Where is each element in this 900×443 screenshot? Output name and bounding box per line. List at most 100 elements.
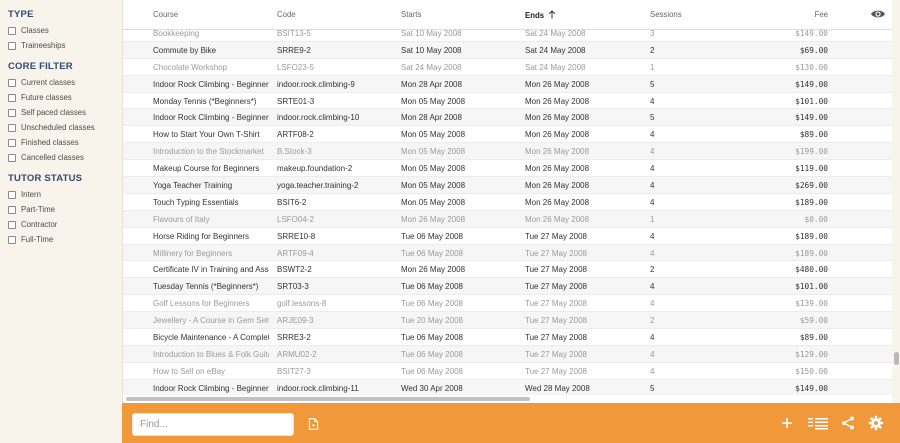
checkbox[interactable] <box>8 123 16 132</box>
cell-sessions: 2 <box>650 45 655 55</box>
list-view-icon[interactable] <box>807 415 829 431</box>
checkbox[interactable] <box>8 235 16 244</box>
table-row[interactable]: Horse Riding for Beginners SRRE10-8 Tue 06… <box>123 228 892 245</box>
horizontal-scroll-thumb[interactable] <box>126 397 530 401</box>
table-row[interactable]: Monday Tennis (*Beginners*) SRTE01-3 Mon 0… <box>123 93 892 110</box>
cell-course: Indoor Rock Climbing - Beginner <box>153 79 269 89</box>
document-icon[interactable] <box>307 417 320 431</box>
cell-course: Golf Lessons for Beginners <box>153 299 250 309</box>
cell-starts: Tue 20 May 2008 <box>401 316 463 326</box>
cell-fee: $480.00 <box>795 265 828 275</box>
vertical-scroll-thumb[interactable] <box>894 352 899 365</box>
filter-option-current-classes[interactable]: Current classes <box>8 75 122 90</box>
cell-ends: Mon 26 May 2008 <box>525 197 590 207</box>
table-row[interactable]: Millinery for Beginners ARTF09-4 Tue 06 Ma… <box>123 244 892 262</box>
cell-sessions: 3 <box>650 29 655 38</box>
checkbox[interactable] <box>8 108 16 117</box>
table-row[interactable]: Golf Lessons for Beginners golf.lessons-8… <box>123 295 892 313</box>
horizontal-scrollbar[interactable] <box>123 395 892 403</box>
checkbox[interactable] <box>8 93 16 102</box>
table-row[interactable]: Certificate IV in Training and Assessmen… <box>123 261 892 279</box>
cell-ends: Mon 26 May 2008 <box>525 214 590 224</box>
table-row[interactable]: Jewellery - A Course in Gem Setting ARJE0… <box>123 312 892 330</box>
table-row[interactable]: Introduction to the Stockmarket B.Stock-3… <box>123 143 892 161</box>
cell-ends: Tue 27 May 2008 <box>525 366 587 376</box>
share-icon[interactable] <box>840 415 856 431</box>
table-row[interactable]: Indoor Rock Climbing - Beginner indoor.ro… <box>123 75 892 93</box>
column-header-starts[interactable]: Starts <box>401 10 421 19</box>
filter-option-intern[interactable]: Intern <box>8 187 122 202</box>
cell-starts: Tue 06 May 2008 <box>401 333 463 343</box>
cell-ends: Mon 26 May 2008 <box>525 164 590 174</box>
cell-fee: $199.00 <box>795 147 828 157</box>
table-row[interactable]: Chocolate Workshop LSFO23-5 Sat 24 May 200… <box>123 59 892 76</box>
cell-code: SRT03-3 <box>277 282 309 292</box>
sort-ascending-icon <box>548 10 556 19</box>
filter-option-self-paced-classes[interactable]: Self paced classes <box>8 105 122 120</box>
cell-fee: $101.00 <box>795 96 828 106</box>
eye-icon[interactable] <box>870 7 886 21</box>
checkbox[interactable] <box>8 205 16 214</box>
cell-sessions: 4 <box>650 130 655 140</box>
filter-option-finished-classes[interactable]: Finished classes <box>8 135 122 150</box>
table-row[interactable]: Commute by Bike SRRE9-2 Sat 10 May 2008 Sat… <box>123 41 892 59</box>
cell-sessions: 4 <box>650 96 655 106</box>
cell-ends: Tue 27 May 2008 <box>525 265 587 275</box>
cell-starts: Sat 10 May 2008 <box>401 29 462 38</box>
table-row[interactable]: Introduction to Blues & Folk Guitar ARMU0… <box>123 345 892 363</box>
column-header-ends-label: Ends <box>525 11 545 20</box>
column-header-sessions[interactable]: Sessions <box>650 10 682 19</box>
cell-starts: Tue 06 May 2008 <box>401 349 463 359</box>
filter-option-unscheduled-classes[interactable]: Unscheduled classes <box>8 120 122 135</box>
filter-option-cancelled-classes[interactable]: Cancelled classes <box>8 150 122 165</box>
table-row[interactable]: Indoor Rock Climbing - Beginner indoor.ro… <box>123 109 892 127</box>
gear-icon[interactable] <box>868 415 884 431</box>
cell-ends: Mon 26 May 2008 <box>525 79 590 89</box>
column-header-ends[interactable]: Ends <box>525 10 556 20</box>
column-header-code[interactable]: Code <box>277 10 296 19</box>
cell-course: Chocolate Workshop <box>153 62 228 72</box>
cell-code: BSIT13-5 <box>277 29 311 38</box>
column-header-fee[interactable]: Fee <box>815 10 828 19</box>
cell-fee: $130.00 <box>795 62 828 72</box>
checkbox[interactable] <box>8 78 16 87</box>
checkbox[interactable] <box>8 26 16 35</box>
cell-course: Touch Typing Essentials <box>153 197 239 207</box>
table-row[interactable]: Touch Typing Essentials BSIT6-2 Mon 05 May… <box>123 194 892 211</box>
filter-option-classes[interactable]: Classes <box>8 23 122 38</box>
cell-code: yoga.teacher.training-2 <box>277 181 359 191</box>
column-header-course[interactable]: Course <box>153 10 178 19</box>
cell-ends: Tue 27 May 2008 <box>525 349 587 359</box>
table-row[interactable]: Yoga Teacher Training yoga.teacher.traini… <box>123 177 892 194</box>
table-row[interactable]: Bicycle Maintenance - A Complete Guide SR… <box>123 329 892 346</box>
cell-code: ARTF09-4 <box>277 248 314 258</box>
filter-option-part-time[interactable]: Part-Time <box>8 202 122 217</box>
table-body: Bookkeeping BSIT13-5 Sat 10 May 2008 Sat 24… <box>123 25 892 397</box>
cell-starts: Tue 06 May 2008 <box>401 231 463 241</box>
table-row[interactable]: How to Sell on eBay BSIT27-3 Tue 06 May 20… <box>123 363 892 380</box>
cell-starts: Wed 30 Apr 2008 <box>401 383 463 393</box>
cell-course: Makeup Course for Beginners <box>153 164 260 174</box>
checkbox[interactable] <box>8 138 16 147</box>
table-row[interactable]: Tuesday Tennis (*Beginners*) SRT03-3 Tue 0… <box>123 278 892 296</box>
checkbox[interactable] <box>8 220 16 229</box>
table-row[interactable]: How to Start Your Own T-Shirt ARTF08-2 Mon… <box>123 126 892 144</box>
cell-ends: Tue 27 May 2008 <box>525 282 587 292</box>
cell-fee: $269.00 <box>795 181 828 191</box>
filter-option-traineeships[interactable]: Traineeships <box>8 38 122 53</box>
filter-option-full-time[interactable]: Full-Time <box>8 232 122 247</box>
vertical-scrollbar[interactable] <box>892 0 900 403</box>
table-row[interactable]: Makeup Course for Beginners makeup.founda… <box>123 160 892 178</box>
cell-starts: Mon 05 May 2008 <box>401 197 466 207</box>
cell-code: ARJE09-3 <box>277 316 314 326</box>
checkbox[interactable] <box>8 41 16 50</box>
filter-option-contractor[interactable]: Contractor <box>8 217 122 232</box>
plus-icon[interactable] <box>779 415 795 431</box>
find-input[interactable] <box>132 413 294 436</box>
filter-option-label: Unscheduled classes <box>21 123 95 132</box>
checkbox[interactable] <box>8 190 16 199</box>
table-row[interactable]: Flavours of Italy LSFO04-2 Mon 26 May 2008… <box>123 210 892 228</box>
checkbox[interactable] <box>8 153 16 162</box>
filter-option-future-classes[interactable]: Future classes <box>8 90 122 105</box>
core-filter-section: CORE FILTER Current classes Future class… <box>8 61 122 165</box>
